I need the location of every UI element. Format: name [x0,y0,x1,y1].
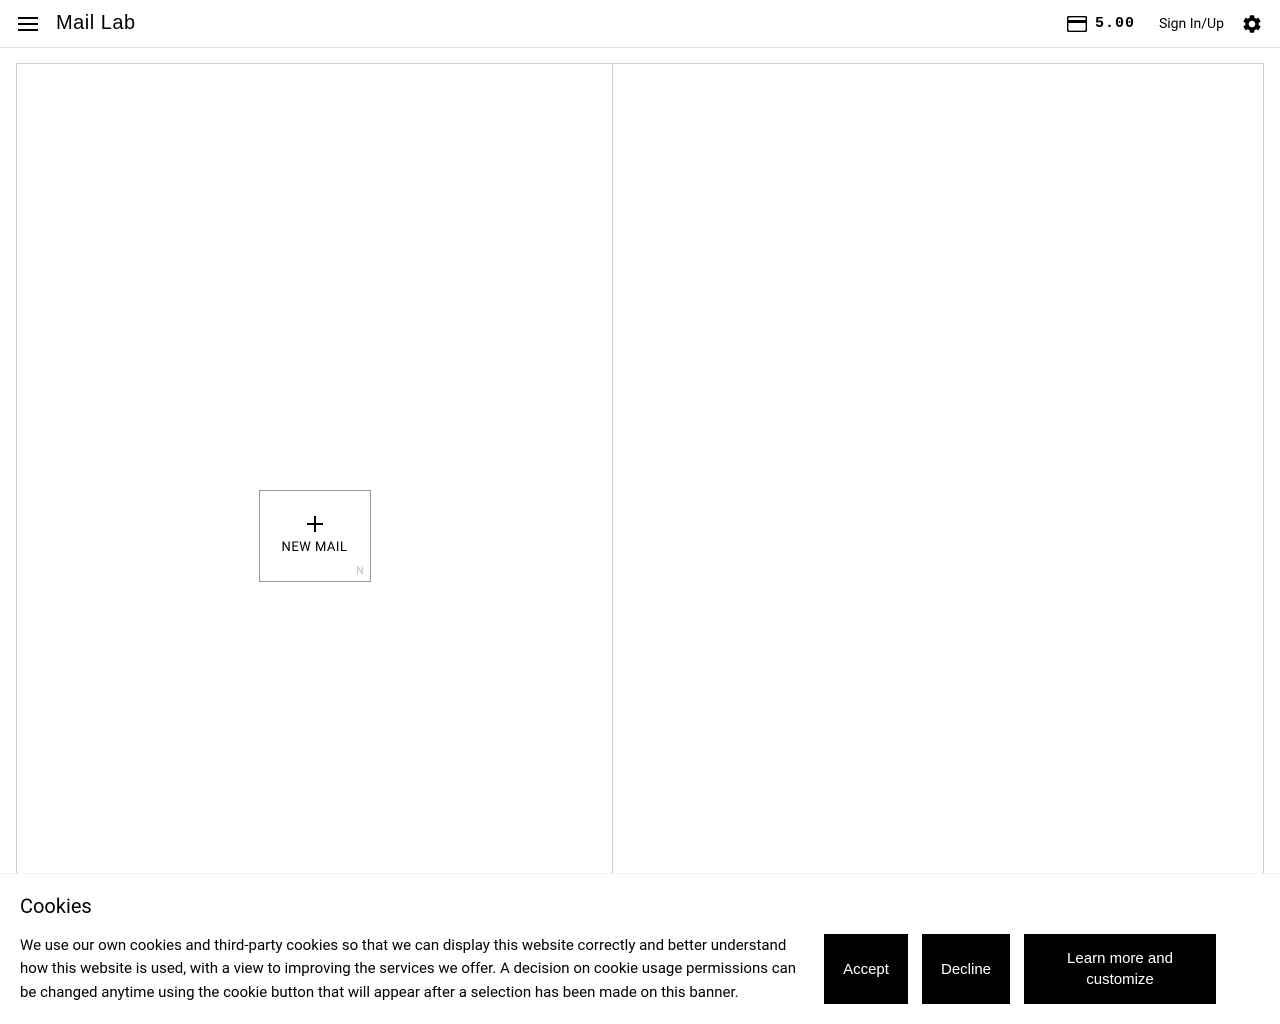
credit-section[interactable]: 5.00 [1067,15,1135,32]
cookie-title: Cookies [20,894,1260,918]
main-area: NEW MAIL N [16,63,1264,1008]
gear-icon [1241,13,1263,35]
cookie-accept-button[interactable]: Accept [824,934,908,1004]
plus-icon [307,516,323,532]
cookie-decline-button[interactable]: Decline [922,934,1010,1004]
cookie-row: We use our own cookies and third-party c… [20,934,1260,1004]
menu-icon [18,17,38,31]
settings-button[interactable] [1240,12,1264,36]
header: Mail Lab 5.00 Sign In/Up [0,0,1280,48]
new-mail-shortcut: N [356,566,363,577]
mail-content-panel [613,64,1263,1007]
mail-list-panel: NEW MAIL N [17,64,613,1007]
cookie-text: We use our own cookies and third-party c… [20,934,810,1004]
sign-in-link[interactable]: Sign In/Up [1159,16,1224,32]
cookie-learn-more-button[interactable]: Learn more and customize [1024,934,1216,1004]
new-mail-label: NEW MAIL [282,540,348,555]
card-icon [1067,16,1087,32]
credit-amount: 5.00 [1095,15,1135,32]
logo[interactable]: Mail Lab [56,12,136,35]
cookie-banner: Cookies We use our own cookies and third… [0,873,1280,1024]
new-mail-button[interactable]: NEW MAIL N [259,490,371,582]
menu-button[interactable] [16,12,40,36]
